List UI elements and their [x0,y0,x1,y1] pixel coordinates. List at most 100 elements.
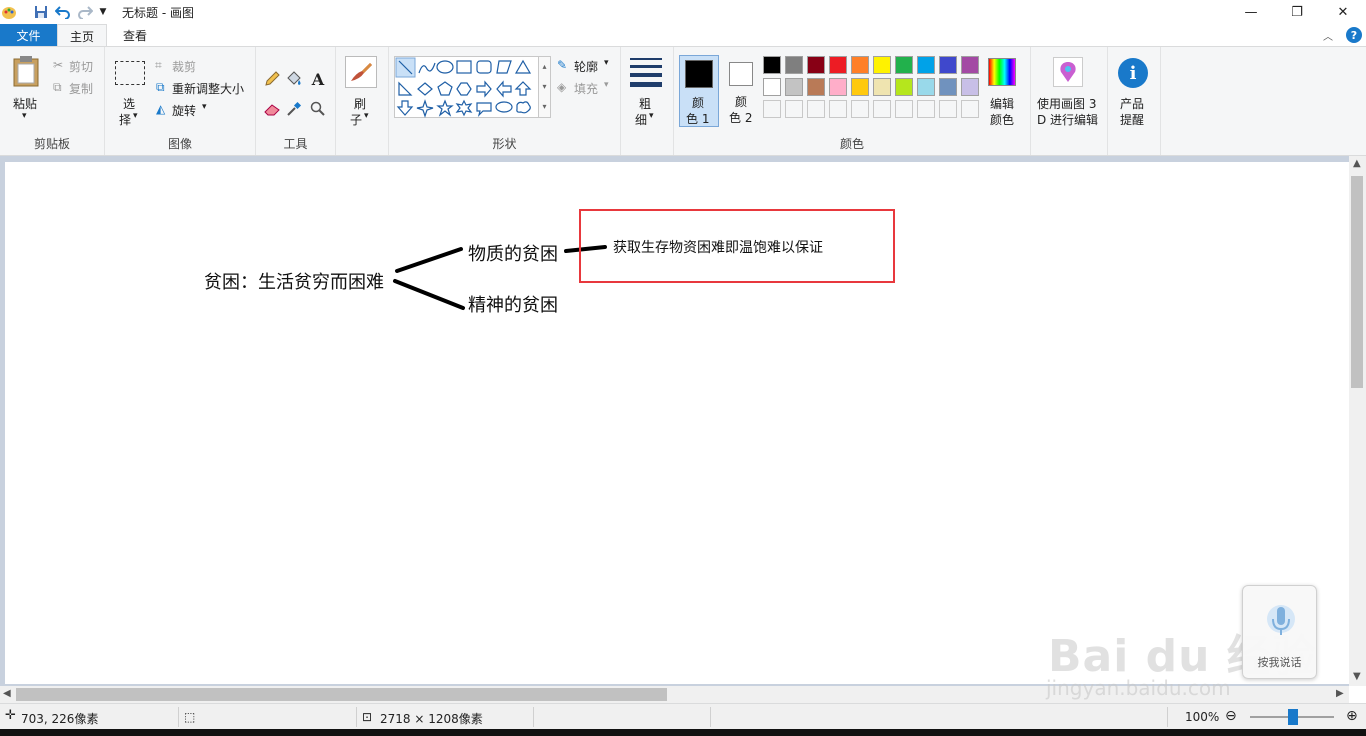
palette-swatch[interactable] [895,78,913,96]
palette-swatch[interactable] [961,78,979,96]
palette-swatch[interactable] [961,56,979,74]
paint3d-button-line1[interactable]: 使用画图 3 [1037,95,1096,112]
palette-custom-swatch[interactable] [961,100,979,118]
palette-swatch[interactable] [873,78,891,96]
paste-icon[interactable] [10,55,42,87]
horizontal-scroll-thumb[interactable] [16,688,667,701]
crop-button[interactable]: 裁剪 [172,58,196,75]
save-icon[interactable] [32,3,50,21]
zoom-in-icon[interactable]: ⊕ [1346,708,1358,724]
palette-swatch[interactable] [807,56,825,74]
select-dropdown-icon[interactable]: ▾ [133,111,138,121]
collapse-ribbon-icon[interactable]: ︿ [1323,28,1333,43]
select-button-line2[interactable]: 择 [119,111,131,128]
voice-input-widget[interactable]: 按我说话 [1242,585,1317,679]
shapes-gallery[interactable] [394,56,539,118]
paste-button[interactable]: 粘贴 [13,95,37,112]
customize-toolbar-icon[interactable]: ▼ [97,3,109,21]
zoom-slider-thumb[interactable] [1288,709,1298,725]
edit-colors-line1[interactable]: 编辑 [990,95,1014,112]
cut-button[interactable]: 剪切 [69,58,93,75]
brushes-button-line1[interactable]: 刷 [354,95,366,112]
edit-colors-line2[interactable]: 颜色 [990,111,1014,128]
palette-swatch[interactable] [873,56,891,74]
palette-custom-swatch[interactable] [895,100,913,118]
paste-dropdown-icon[interactable]: ▾ [22,111,27,121]
fill-bucket-icon[interactable] [284,69,304,89]
palette-swatch[interactable] [763,78,781,96]
paint3d-icon[interactable] [1053,57,1083,87]
paint-app-icon[interactable] [0,3,18,21]
pencil-icon[interactable] [262,69,282,89]
paint3d-button-line2[interactable]: D 进行编辑 [1037,111,1098,128]
tab-view[interactable]: 查看 [110,24,160,46]
palette-swatch[interactable] [939,78,957,96]
palette-custom-swatch[interactable] [763,100,781,118]
palette-swatch[interactable] [917,78,935,96]
palette-swatch[interactable] [851,78,869,96]
edit-colors-icon[interactable] [988,58,1016,86]
palette-custom-swatch[interactable] [939,100,957,118]
help-icon[interactable]: ? [1346,27,1362,43]
rotate-dropdown-icon[interactable]: ▾ [202,102,207,112]
outline-dropdown-icon[interactable]: ▾ [604,58,609,68]
palette-swatch[interactable] [895,56,913,74]
tips-button-line1[interactable]: 产品 [1120,95,1144,112]
palette-custom-swatch[interactable] [807,100,825,118]
vertical-scroll-thumb[interactable] [1351,176,1363,388]
scroll-right-icon[interactable]: ▶ [1336,688,1344,699]
size-lines-icon[interactable] [630,58,662,87]
brush-icon[interactable] [345,56,377,88]
outline-button[interactable]: 轮廓 [574,58,598,75]
restore-button[interactable]: ❐ [1274,0,1320,24]
resize-button[interactable]: 重新调整大小 [172,80,244,97]
palette-custom-swatch[interactable] [851,100,869,118]
palette-swatch[interactable] [785,56,803,74]
palette-custom-swatch[interactable] [785,100,803,118]
palette-custom-swatch[interactable] [873,100,891,118]
select-button-line1[interactable]: 选 [123,95,135,112]
text-tool-icon[interactable]: A [308,69,328,89]
magnifier-icon[interactable] [308,99,328,119]
redo-icon[interactable] [76,3,94,21]
scroll-left-icon[interactable]: ◀ [3,688,11,699]
color2-button[interactable]: 颜 色 2 [724,55,764,127]
minimize-button[interactable]: — [1228,0,1274,24]
size-dropdown-icon[interactable]: ▾ [649,111,654,121]
color1-button[interactable]: 颜 色 1 [679,55,719,127]
palette-swatch[interactable] [829,78,847,96]
vertical-scrollbar[interactable]: ▲ ▼ [1349,156,1366,686]
drawing-canvas[interactable]: 贫困：生活贫穷而困难 物质的贫困 精神的贫困 获取生存物资困难即温饱难以保证 [5,162,1349,684]
scroll-up-icon[interactable]: ▲ [1353,158,1361,169]
palette-swatch[interactable] [763,56,781,74]
color2-label-line1: 颜 [735,95,748,109]
palette-custom-swatch[interactable] [917,100,935,118]
palette-swatch[interactable] [785,78,803,96]
palette-custom-swatch[interactable] [829,100,847,118]
fill-button[interactable]: 填充 [574,80,598,97]
zoom-out-icon[interactable]: ⊖ [1225,708,1237,724]
size-button-line1[interactable]: 粗 [639,95,651,112]
shapes-scroll[interactable]: ▴ ▾ ▾ [539,56,551,118]
tips-button-line2[interactable]: 提醒 [1120,111,1144,128]
select-icon[interactable] [115,61,145,85]
info-icon[interactable]: i [1118,58,1148,88]
rotate-button[interactable]: 旋转 [172,102,196,119]
palette-swatch[interactable] [829,56,847,74]
brushes-dropdown-icon[interactable]: ▾ [364,111,369,121]
tab-home[interactable]: 主页 [57,24,107,47]
palette-swatch[interactable] [917,56,935,74]
scroll-down-icon[interactable]: ▼ [1353,671,1361,682]
palette-swatch[interactable] [807,78,825,96]
tab-file[interactable]: 文件 [0,24,57,46]
palette-swatch[interactable] [939,56,957,74]
eraser-icon[interactable] [262,99,282,119]
fill-dropdown-icon[interactable]: ▾ [604,80,609,90]
palette-swatch[interactable] [851,56,869,74]
copy-button[interactable]: 复制 [69,80,93,97]
undo-icon[interactable] [54,3,72,21]
size-button-line2[interactable]: 细 [635,111,647,128]
color-picker-icon[interactable] [284,99,304,119]
close-button[interactable]: ✕ [1320,0,1366,24]
brushes-button-line2[interactable]: 子 [350,111,362,128]
